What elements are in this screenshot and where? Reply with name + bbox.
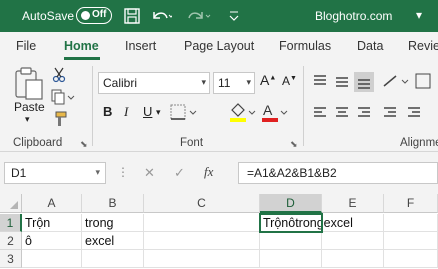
cell-c2[interactable] — [144, 232, 260, 250]
group-divider — [92, 66, 93, 146]
font-launcher-icon[interactable]: ⬊ — [290, 139, 298, 150]
column-header-b[interactable]: B — [82, 194, 144, 213]
row-header-1[interactable]: 1 — [0, 214, 22, 232]
underline-dropdown-icon[interactable]: ▾ — [156, 107, 161, 118]
cell-b2[interactable]: excel — [82, 232, 144, 250]
cell-d3[interactable] — [260, 250, 322, 268]
tab-insert[interactable]: Insert — [125, 39, 156, 53]
chevron-down-icon[interactable]: ▾ — [416, 8, 422, 22]
decrease-font-icon[interactable]: A▼ — [282, 74, 297, 88]
align-right-icon — [358, 107, 370, 117]
cell-e2[interactable] — [322, 232, 384, 250]
chevron-down-icon: ▾ — [246, 77, 251, 87]
cell-f1[interactable] — [384, 214, 438, 232]
customize-qat-icon[interactable] — [228, 6, 240, 26]
insert-function-icon[interactable]: fx — [204, 164, 213, 180]
cell-b3[interactable] — [82, 250, 144, 268]
ribbon: Paste ▾ Clipboard ⬊ Calibri ▾ 11 ▾ A▲ A▼… — [0, 60, 438, 152]
tab-formulas[interactable]: Formulas — [279, 39, 331, 53]
group-divider — [303, 66, 304, 146]
tab-page-layout[interactable]: Page Layout — [184, 39, 254, 53]
chevron-down-icon: ▾ — [95, 167, 100, 177]
cell-a2[interactable]: ô — [22, 232, 82, 250]
paste-label[interactable]: Paste — [14, 100, 45, 114]
name-box[interactable]: D1 ▾ — [4, 162, 106, 184]
autosave-state: Off — [92, 9, 107, 20]
increase-font-icon[interactable]: A▲ — [260, 72, 276, 88]
more-dots-icon[interactable]: ⋮ — [117, 165, 129, 179]
orientation-icon — [383, 75, 409, 87]
redo-icon[interactable] — [185, 6, 213, 26]
clipboard-launcher-icon[interactable]: ⬊ — [80, 139, 88, 150]
name-box-value: D1 — [11, 166, 27, 180]
cancel-icon[interactable]: ✕ — [144, 165, 155, 181]
horizontal-align-icons — [314, 107, 420, 117]
cell-d2[interactable] — [260, 232, 322, 250]
font-name-value: Calibri — [103, 76, 138, 90]
chevron-down-icon: ▾ — [201, 77, 206, 87]
format-painter-icon[interactable] — [51, 111, 67, 127]
alignment-group-label: Alignme — [400, 137, 438, 149]
ribbon-tabs: File Home Insert Page Layout Formulas Da… — [0, 32, 438, 60]
cell-c1[interactable] — [144, 214, 260, 232]
column-header-f[interactable]: F — [384, 194, 438, 213]
font-size-value: 11 — [218, 76, 231, 90]
column-header-d[interactable]: D — [260, 194, 322, 213]
borders-icon[interactable] — [170, 104, 200, 122]
column-header-c[interactable]: C — [144, 194, 260, 213]
autosave-label: AutoSave — [22, 9, 75, 23]
font-size-combo[interactable]: 11 ▾ — [213, 72, 255, 94]
cell-e3[interactable] — [322, 250, 384, 268]
undo-icon[interactable] — [150, 6, 172, 26]
formula-bar: D1 ▾ ⋮ ✕ ✓ fx =A1&A2&B1&B2 — [0, 160, 438, 186]
cell-c3[interactable] — [144, 250, 260, 268]
title-bar: AutoSave Off Bloghotro.com ▾ — [0, 0, 438, 32]
save-icon[interactable] — [123, 6, 141, 26]
bold-button[interactable]: B — [103, 104, 112, 119]
font-color-icon[interactable]: A — [260, 102, 290, 124]
cell-a3[interactable] — [22, 250, 82, 268]
spreadsheet-grid: A B C D E F 1 2 3 Trộn trong Trộnôtronge… — [0, 194, 438, 269]
align-center-icon — [336, 107, 348, 117]
svg-text:A: A — [263, 102, 273, 118]
formula-input[interactable]: =A1&A2&B1&B2 — [238, 162, 438, 184]
underline-button[interactable]: U — [143, 104, 152, 119]
column-header-e[interactable]: E — [322, 194, 384, 213]
row-header-2[interactable]: 2 — [0, 232, 22, 250]
italic-button[interactable]: I — [124, 104, 128, 120]
tab-file[interactable]: File — [16, 39, 36, 53]
tab-home[interactable]: Home — [64, 39, 99, 53]
tab-data[interactable]: Data — [357, 39, 383, 53]
column-header-a[interactable]: A — [22, 194, 82, 213]
font-name-combo[interactable]: Calibri ▾ — [98, 72, 210, 94]
align-top-icon — [314, 75, 326, 85]
toggle-knob — [81, 11, 90, 20]
cell-b1[interactable]: trong — [82, 214, 144, 232]
fill-color-icon[interactable] — [228, 102, 258, 124]
paste-icon[interactable] — [12, 66, 44, 100]
autosave-toggle[interactable]: Off — [76, 7, 112, 24]
cell-f3[interactable] — [384, 250, 438, 268]
clipboard-group-label: Clipboard — [13, 137, 63, 149]
paste-dropdown-icon[interactable]: ▾ — [25, 114, 30, 125]
cut-icon[interactable] — [52, 67, 66, 83]
enter-icon[interactable]: ✓ — [174, 165, 185, 181]
row-header-3[interactable]: 3 — [0, 250, 22, 268]
align-left-icon — [314, 107, 326, 117]
vertical-align-icons — [314, 72, 431, 92]
align-middle-icon — [336, 77, 348, 87]
selected-cell-border — [259, 213, 323, 233]
font-group-label: Font — [180, 137, 204, 149]
select-all-button[interactable] — [0, 194, 22, 213]
cell-f2[interactable] — [384, 232, 438, 250]
cell-a1[interactable]: Trộn — [22, 214, 82, 232]
indent-icons — [384, 107, 420, 117]
window-title: Bloghotro.com — [315, 9, 393, 23]
formula-buttons: ✕ ✓ fx — [136, 162, 236, 184]
copy-icon[interactable] — [51, 89, 77, 105]
tab-review[interactable]: Revie — [408, 39, 438, 53]
